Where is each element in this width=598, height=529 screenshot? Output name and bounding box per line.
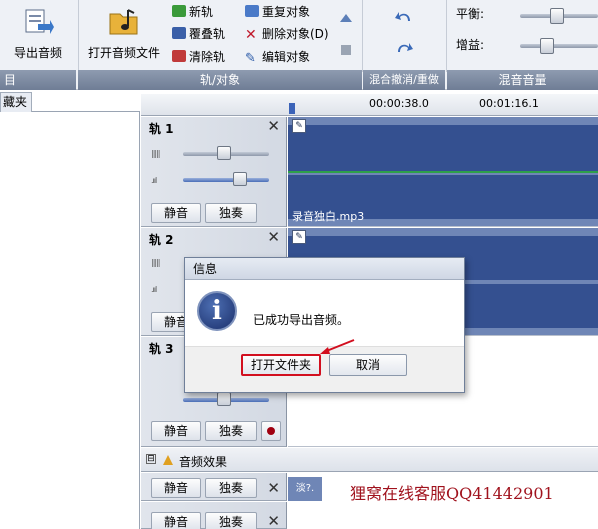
file-browser-panel [0, 111, 140, 529]
mute-button[interactable]: 静音 [151, 421, 201, 441]
gain-label: 增益: [456, 38, 485, 52]
solo-button[interactable]: 独奏 [205, 421, 257, 441]
close-icon[interactable]: ✕ [267, 512, 280, 529]
mute-button[interactable]: 静音 [151, 478, 201, 498]
solo-button[interactable]: 独奏 [205, 203, 257, 223]
timeline-ruler[interactable]: 00:00:38.0 00:01:16.1 [287, 94, 598, 116]
solo-button[interactable]: 独奏 [205, 478, 257, 498]
clear-track-label: 清除轨 [189, 50, 226, 64]
trim-icon[interactable] [338, 42, 354, 58]
split-icon[interactable] [338, 10, 354, 26]
ribbon-separator [362, 0, 363, 72]
open-audio-file-icon [109, 9, 138, 35]
close-icon[interactable]: ✕ [267, 117, 280, 135]
track-pan-slider[interactable] [183, 172, 269, 187]
open-audio-file-button[interactable]: 打开音频文件 [84, 4, 164, 64]
dialog-message: 已成功导出音频。 [253, 313, 350, 327]
pan-icon: .ııl [151, 285, 157, 294]
export-audio-icon [25, 9, 54, 34]
group-label-tracks-objects: 轨/对象 [78, 70, 362, 90]
close-icon[interactable]: ✕ [267, 479, 280, 497]
audio-effects-row[interactable]: ⊟ 音频效果 [141, 448, 598, 472]
undo-icon[interactable] [394, 7, 414, 25]
close-icon[interactable]: ✕ [267, 228, 280, 246]
delete-object-icon: ✕ [245, 27, 257, 43]
delete-object-label: 删除对象(D) [262, 27, 329, 41]
redo-icon[interactable] [394, 38, 414, 56]
edit-object-label: 编辑对象 [262, 50, 311, 64]
effect-track-header: 静音 独奏 ✕ [141, 473, 287, 501]
mute-button[interactable]: 静音 [151, 203, 201, 223]
pan-icon: .ııl [151, 176, 157, 185]
new-track-button[interactable]: 新轨 [172, 2, 213, 22]
group-label-partial: 目 [0, 70, 76, 90]
volume-icon: ||||| [151, 149, 161, 158]
audio-clip[interactable]: ✎ 录音独白.mp3 [288, 117, 598, 226]
track-lane[interactable]: ✎ 录音独白.mp3 [288, 117, 598, 227]
new-track-label: 新轨 [189, 5, 214, 19]
track-header: 轨 1 ✕ ||||| .ııl 静音 独奏 [141, 117, 287, 227]
export-audio-button[interactable]: 导出音频 [0, 4, 76, 64]
repeat-object-icon [245, 5, 259, 17]
clear-track-icon [172, 50, 186, 62]
track-title: 轨 1 [149, 122, 174, 136]
track-title: 轨 3 [149, 342, 174, 356]
info-icon: i [197, 291, 237, 331]
ribbon: 导出音频 打开音频文件 新轨 覆叠轨 清除轨 重复对象 ✕ 删除对象(D) ✎ 编辑… [0, 0, 598, 90]
playhead-marker[interactable] [289, 103, 295, 114]
repeat-object-button[interactable]: 重复对象 [245, 2, 310, 22]
repeat-object-label: 重复对象 [262, 5, 311, 19]
favorites-tab[interactable]: 藏夹 [0, 92, 32, 112]
time-mark: 00:01:16.1 [479, 97, 539, 110]
edit-object-button[interactable]: ✎ 编辑对象 [245, 47, 310, 67]
group-label-mix-volume: 混音音量 [447, 70, 598, 90]
edit-clip-icon[interactable]: ✎ [292, 119, 306, 133]
delete-object-button[interactable]: ✕ 删除对象(D) [245, 24, 329, 44]
track-header-spacer [141, 94, 287, 116]
collapse-icon[interactable]: ⊟ [146, 454, 156, 464]
solo-button[interactable]: 独奏 [205, 512, 257, 529]
clear-track-button[interactable]: 清除轨 [172, 47, 225, 67]
track-volume-slider[interactable] [183, 392, 269, 407]
volume-icon: ||||| [151, 258, 161, 267]
pan-label: 平衡: [456, 7, 485, 21]
ribbon-separator [78, 0, 79, 72]
pan-slider[interactable] [520, 8, 598, 24]
edit-clip-icon[interactable]: ✎ [292, 230, 306, 244]
track-volume-slider[interactable] [183, 146, 269, 161]
ribbon-separator [446, 0, 447, 72]
overlay-track-icon [172, 27, 186, 39]
annotation-arrow-icon [320, 339, 355, 354]
audio-effects-label: 音频效果 [179, 455, 228, 469]
new-track-icon [172, 5, 186, 17]
clip-name: 录音独白.mp3 [292, 210, 365, 223]
record-button[interactable] [261, 421, 281, 441]
effect-clip[interactable]: 淡?. [288, 477, 322, 501]
open-audio-file-label: 打开音频文件 [87, 46, 160, 60]
overlay-track-label: 覆叠轨 [189, 27, 226, 41]
effects-icon [163, 455, 173, 465]
open-folder-button[interactable]: 打开文件夹 [241, 354, 321, 376]
overlay-track-button[interactable]: 覆叠轨 [172, 24, 225, 44]
gain-slider[interactable] [520, 38, 598, 54]
watermark-text: 狸窝在线客服QQ41442901 [350, 484, 554, 503]
effect-track-header: 静音 独奏 ✕ [141, 502, 287, 529]
track-title: 轨 2 [149, 233, 174, 247]
edit-object-icon: ✎ [245, 51, 256, 66]
export-audio-label: 导出音频 [13, 46, 62, 60]
mute-button[interactable]: 静音 [151, 512, 201, 529]
time-mark: 00:00:38.0 [369, 97, 429, 110]
info-dialog: 信息 i 已成功导出音频。 打开文件夹 取消 [184, 257, 465, 393]
group-label-undo-redo: 混合撤消/重做 [363, 70, 445, 90]
dialog-title: 信息 [185, 258, 464, 280]
